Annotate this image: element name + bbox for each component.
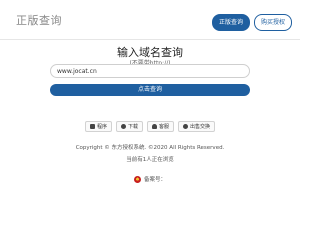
grid-icon (89, 124, 95, 129)
beian-info: 备案号： (0, 175, 300, 183)
tool-exchange-label: 出售交换 (190, 124, 211, 130)
tool-service-button[interactable]: 客服 (147, 121, 175, 132)
tool-program-button[interactable]: 程序 (84, 121, 112, 132)
tool-service-label: 客服 (159, 124, 170, 130)
nav-buy-license-button[interactable]: 购买授权 (253, 14, 292, 31)
person-icon (152, 124, 157, 129)
police-emblem-icon (133, 175, 141, 183)
tool-program-label: 程序 (96, 124, 107, 130)
tool-buttons: 程序 下载 客服 出售交换 (0, 121, 300, 132)
domain-input[interactable] (57, 65, 249, 77)
header: 正版查询 正版查询 购买授权 (0, 0, 300, 40)
online-count-text: 当前有1人正在浏览 (126, 157, 174, 163)
domain-input-wrapper (50, 64, 250, 78)
nav-genuine-query-button[interactable]: 正版查询 (211, 14, 250, 31)
query-button[interactable]: 点击查询 (50, 84, 250, 96)
page: 正版查询 正版查询 购买授权 输入域名查询 (不要带http://) 点击查询 … (0, 0, 300, 200)
beian-label[interactable]: 备案号： (144, 175, 166, 183)
site-logo[interactable]: 正版查询 (16, 12, 62, 28)
tool-exchange-button[interactable]: 出售交换 (178, 121, 216, 132)
exchange-icon (183, 124, 189, 129)
copyright-text: Copyright © 东方授权系统. ©2020 All Rights Res… (75, 145, 225, 151)
tool-download-label: 下载 (127, 124, 138, 130)
download-icon (120, 124, 126, 129)
top-nav: 正版查询 购买授权 (211, 14, 292, 31)
tool-download-button[interactable]: 下载 (115, 121, 143, 132)
